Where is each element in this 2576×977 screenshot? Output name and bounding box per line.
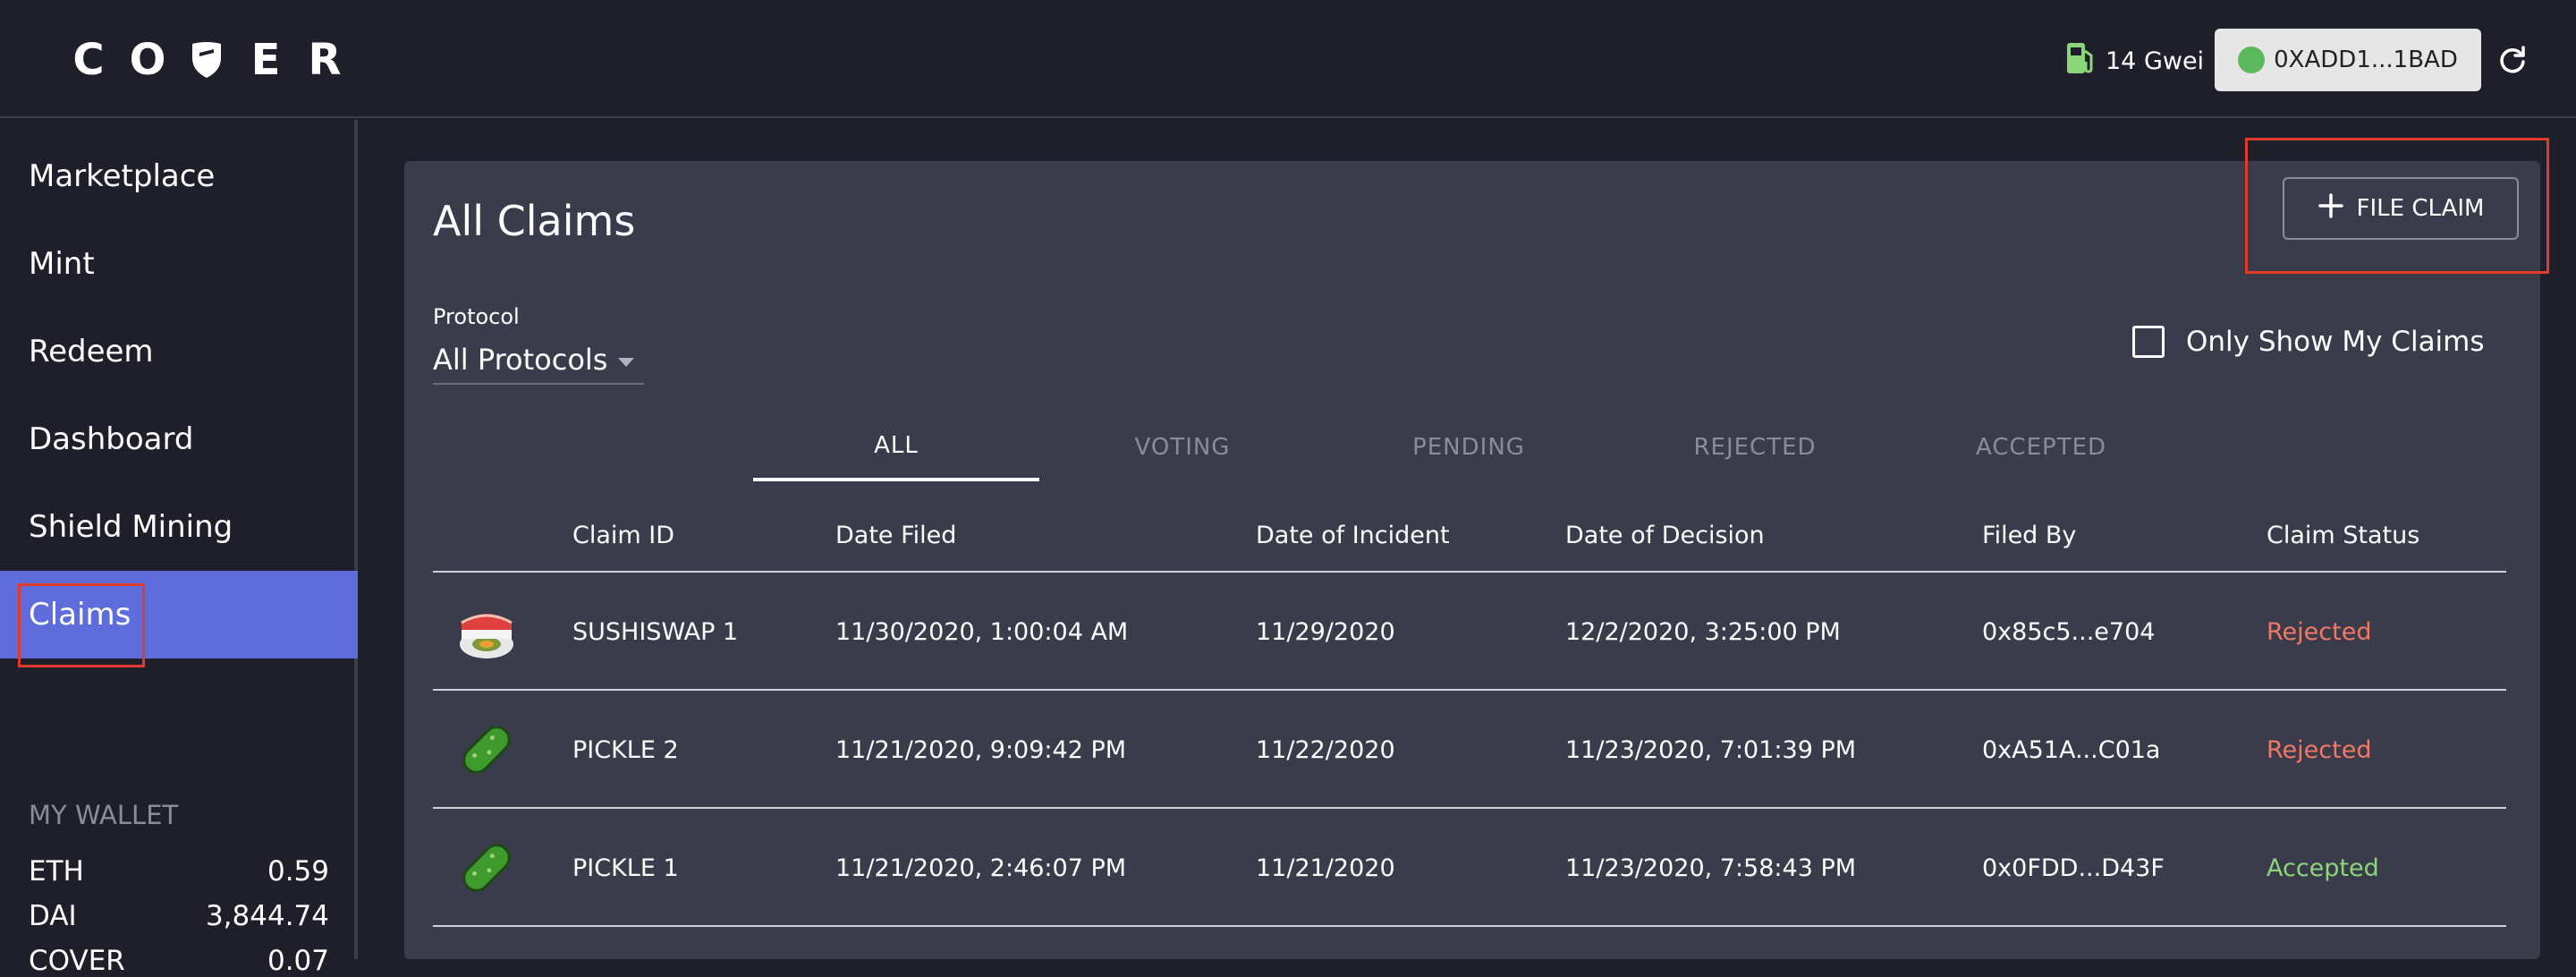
wallet-address-button[interactable]: 0XADD1...1BAD [2215, 29, 2481, 91]
table-row[interactable]: PICKLE 2 11/21/2020, 9:09:42 PM 11/22/20… [433, 691, 2506, 809]
my-wallet-heading: MY WALLET [29, 800, 179, 830]
date-decision: 11/23/2020, 7:01:39 PM [1565, 735, 1857, 764]
logo-letter-r: R [308, 35, 342, 85]
protocol-select[interactable]: All Protocols [433, 336, 644, 385]
claims-table-header: Claim ID Date Filed Date of Incident Dat… [433, 497, 2506, 573]
logo-letter-c: C [72, 35, 105, 85]
protocol-select-value: All Protocols [433, 343, 608, 377]
token-amount: 3,844.74 [205, 900, 329, 932]
date-filed: 11/30/2020, 1:00:04 AM [835, 617, 1129, 646]
column-header-date-filed: Date Filed [835, 521, 957, 549]
sidebar-item-shield-mining[interactable]: Shield Mining [0, 483, 358, 571]
token-amount: 0.59 [267, 855, 329, 888]
filed-by: 0xA51A...C01a [1982, 735, 2161, 764]
table-row[interactable]: SUSHISWAP 1 11/30/2020, 1:00:04 AM 11/29… [433, 573, 2506, 691]
date-filed: 11/21/2020, 2:46:07 PM [835, 854, 1127, 882]
column-header-claim-id: Claim ID [572, 521, 675, 549]
top-header: C O E R 14 Gwei 0XADD1...1BAD [0, 0, 2576, 118]
refresh-icon[interactable] [2492, 39, 2533, 81]
date-decision: 12/2/2020, 3:25:00 PM [1565, 617, 1841, 646]
file-claim-highlight-box [2245, 138, 2549, 274]
column-header-claim-status: Claim Status [2267, 521, 2420, 549]
token-name: ETH [29, 855, 84, 888]
filed-by: 0x0FDD...D43F [1982, 854, 2165, 882]
tab-accepted[interactable]: ACCEPTED [1898, 413, 2184, 481]
gas-value: 14 Gwei [2106, 47, 2205, 75]
sidebar-item-label: Mint [29, 246, 95, 282]
logo-letter-o: O [129, 35, 166, 85]
column-header-date-incident: Date of Incident [1256, 521, 1450, 549]
tab-all[interactable]: ALL [753, 413, 1039, 481]
caret-down-icon [618, 358, 635, 367]
date-incident: 11/21/2020 [1256, 854, 1395, 882]
token-name: COVER [29, 945, 125, 977]
claim-status: Accepted [2267, 854, 2379, 882]
sidebar-item-mint[interactable]: Mint [0, 220, 358, 308]
claim-id: SUSHISWAP 1 [572, 617, 739, 646]
token-name: DAI [29, 900, 77, 932]
date-incident: 11/22/2020 [1256, 735, 1395, 764]
claims-highlight-box [18, 583, 145, 667]
claim-id: PICKLE 1 [572, 854, 679, 882]
wallet-balance-row: ETH 0.59 [29, 855, 329, 888]
token-amount: 0.07 [267, 945, 329, 977]
page-title: All Claims [433, 197, 636, 245]
shield-logo-icon [177, 40, 236, 80]
protocol-filter-label: Protocol [433, 304, 520, 329]
wallet-balance-row: DAI 3,844.74 [29, 900, 329, 932]
only-my-claims-checkbox[interactable] [2132, 326, 2165, 358]
tab-rejected[interactable]: REJECTED [1612, 413, 1898, 481]
sushi-icon [454, 599, 519, 664]
only-my-claims-label: Only Show My Claims [2186, 326, 2485, 358]
date-filed: 11/21/2020, 9:09:42 PM [835, 735, 1127, 764]
pickle-icon [454, 836, 519, 900]
sidebar-item-marketplace[interactable]: Marketplace [0, 132, 358, 220]
sidebar-item-label: Redeem [29, 334, 154, 370]
column-header-filed-by: Filed By [1982, 521, 2077, 549]
sidebar-item-label: Shield Mining [29, 509, 233, 545]
table-row[interactable]: PICKLE 1 11/21/2020, 2:46:07 PM 11/21/20… [433, 809, 2506, 927]
date-incident: 11/29/2020 [1256, 617, 1395, 646]
filed-by: 0x85c5...e704 [1982, 617, 2156, 646]
sidebar-item-dashboard[interactable]: Dashboard [0, 395, 358, 483]
wallet-status-dot-icon [2238, 47, 2266, 73]
sidebar-item-label: Marketplace [29, 158, 216, 194]
claims-panel: All Claims FILE CLAIM Protocol All Proto… [404, 161, 2540, 959]
tab-pending[interactable]: PENDING [1326, 413, 1612, 481]
wallet-balance-row: COVER 0.07 [29, 945, 329, 977]
claim-id: PICKLE 2 [572, 735, 679, 764]
claim-status-tabs: ALL VOTING PENDING REJECTED ACCEPTED [753, 413, 2184, 481]
sidebar-item-redeem[interactable]: Redeem [0, 308, 358, 395]
claim-status: Rejected [2267, 617, 2372, 646]
cover-logo[interactable]: C O E R [59, 35, 354, 85]
gas-price-indicator: 14 Gwei [2064, 41, 2204, 81]
column-header-date-decision: Date of Decision [1565, 521, 1765, 549]
logo-letter-e: E [250, 35, 281, 85]
pickle-icon [454, 718, 519, 782]
claim-status: Rejected [2267, 735, 2372, 764]
gas-pump-icon [2064, 40, 2097, 82]
date-decision: 11/23/2020, 7:58:43 PM [1565, 854, 1857, 882]
sidebar-item-label: Dashboard [29, 421, 194, 457]
only-my-claims-toggle[interactable]: Only Show My Claims [2132, 326, 2485, 358]
sidebar: Marketplace Mint Redeem Dashboard Shield… [0, 120, 358, 977]
tab-voting[interactable]: VOTING [1039, 413, 1326, 481]
wallet-address-label: 0XADD1...1BAD [2274, 47, 2458, 73]
